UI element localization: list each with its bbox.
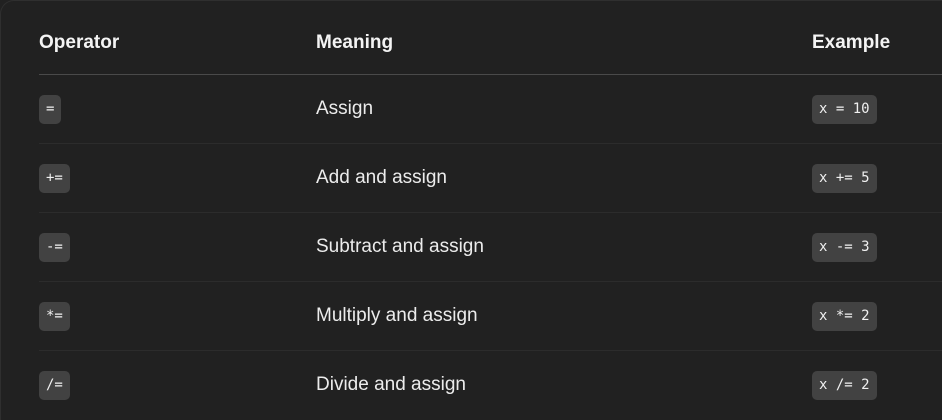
table-row: -= Subtract and assign x -= 3 — [39, 212, 942, 282]
table-row: *= Multiply and assign x *= 2 — [39, 281, 942, 351]
example-cell: x -= 3 — [812, 212, 942, 282]
example-code: x /= 2 — [812, 370, 877, 400]
table-header-row: Operator Meaning Example — [39, 11, 942, 75]
table-row: = Assign x = 10 — [39, 74, 942, 144]
meaning-cell: Add and assign — [316, 143, 812, 213]
meaning-cell: Assign — [316, 74, 812, 144]
operator-cell: = — [39, 74, 316, 144]
example-cell: x = 10 — [812, 74, 942, 144]
operator-code: -= — [39, 232, 70, 262]
table-container: Operator Meaning Example = Assign x = 10… — [0, 0, 942, 420]
header-meaning: Meaning — [316, 11, 812, 75]
operator-code: /= — [39, 370, 70, 400]
meaning-cell: Divide and assign — [316, 374, 466, 395]
example-code: x += 5 — [812, 163, 877, 193]
header-example: Example — [812, 11, 942, 75]
example-code: x = 10 — [812, 94, 877, 124]
table-row: += Add and assign x += 5 — [39, 143, 942, 213]
operator-code: += — [39, 163, 70, 193]
example-code: x -= 3 — [812, 232, 877, 262]
example-cell: x *= 2 — [812, 281, 942, 351]
operator-cell: -= — [39, 212, 316, 282]
meaning-cell: Multiply and assign — [316, 281, 812, 351]
example-cell: x += 5 — [812, 143, 942, 213]
operators-table: Operator Meaning Example = Assign x = 10… — [39, 11, 942, 419]
operator-cell: /= — [39, 351, 316, 420]
operator-cell: *= — [39, 281, 316, 351]
operator-code: = — [39, 94, 62, 124]
example-code: x *= 2 — [812, 301, 877, 331]
meaning-cell: Subtract and assign — [316, 212, 812, 282]
operator-cell: += — [39, 143, 316, 213]
header-operator: Operator — [39, 11, 316, 75]
table-row: /= Divide and assign x /= 2 — [39, 351, 942, 420]
operator-code: *= — [39, 301, 70, 331]
example-cell: x /= 2 — [812, 351, 942, 420]
